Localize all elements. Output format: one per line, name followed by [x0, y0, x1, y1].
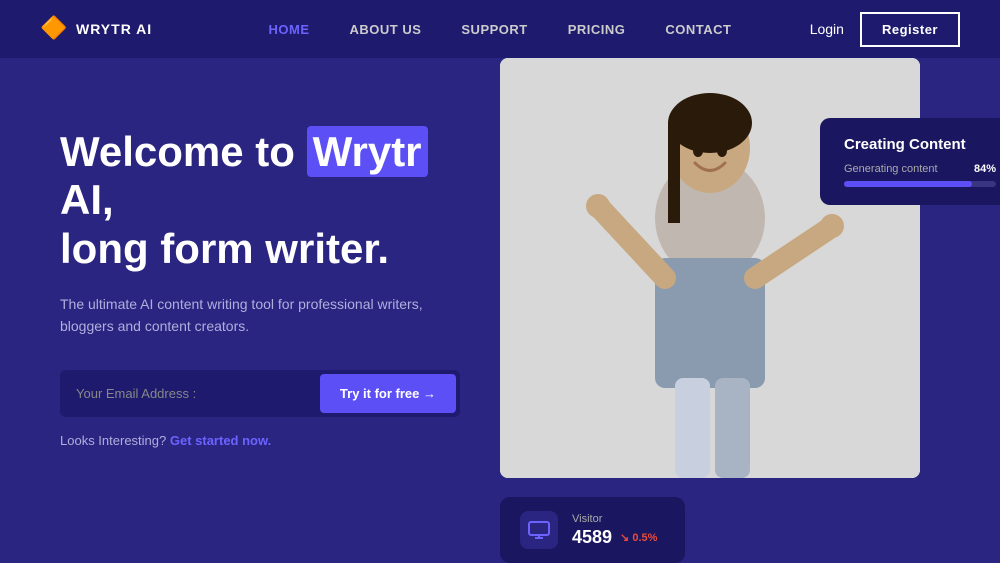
nav-home[interactable]: HOME	[269, 22, 310, 37]
email-input[interactable]	[76, 376, 320, 411]
visitor-label: Visitor	[572, 513, 657, 525]
get-started-link[interactable]: Get started now.	[170, 433, 271, 448]
visitor-change: ↘ 0.5%	[620, 531, 657, 544]
nav-links: HOME ABOUT US SUPPORT PRICING CONTACT	[269, 22, 732, 37]
nav-about[interactable]: ABOUT US	[350, 22, 422, 37]
try-free-button[interactable]: Try it for free →	[320, 374, 456, 413]
nav-pricing[interactable]: PRICING	[568, 22, 626, 37]
looks-interesting-text: Looks Interesting? Get started now.	[60, 433, 460, 448]
hero-title-after: AI,	[60, 176, 114, 223]
logo-icon: 🔶	[40, 15, 68, 43]
hero-subtitle: The ultimate AI content writing tool for…	[60, 293, 440, 338]
register-button[interactable]: Register	[860, 12, 960, 47]
visitor-icon	[520, 511, 558, 549]
card-label-text: Generating content	[844, 163, 938, 175]
logo-area: 🔶 WRYTR AI	[40, 15, 152, 43]
hero-title-line2: long form writer.	[60, 225, 389, 272]
progress-bar-fill	[844, 181, 972, 187]
email-form: Try it for free →	[60, 370, 460, 417]
main-section: Welcome to Wrytr AI, long form writer. T…	[0, 58, 1000, 563]
navbar: 🔶 WRYTR AI HOME ABOUT US SUPPORT PRICING…	[0, 0, 1000, 58]
nav-support[interactable]: SUPPORT	[461, 22, 527, 37]
nav-auth: Login Register	[810, 12, 960, 47]
hero-title-highlight: Wrytr	[307, 126, 428, 177]
creating-content-card: Creating Content Generating content 84%	[820, 118, 1000, 205]
card-percent: 84%	[974, 163, 996, 175]
login-button[interactable]: Login	[810, 21, 844, 37]
hero-title-before: Welcome to	[60, 128, 295, 175]
hero-title: Welcome to Wrytr AI, long form writer.	[60, 128, 460, 273]
monitor-icon	[528, 521, 550, 539]
visitor-card: Visitor 4589 ↘ 0.5%	[500, 497, 685, 563]
hero-right: Creating Content Generating content 84% …	[500, 58, 1000, 563]
card-label: Generating content 84%	[844, 163, 996, 175]
visitor-info: Visitor 4589 ↘ 0.5%	[572, 513, 657, 548]
visitor-count: 4589	[572, 527, 612, 548]
card-title: Creating Content	[844, 136, 996, 153]
hero-left: Welcome to Wrytr AI, long form writer. T…	[0, 58, 500, 563]
nav-contact[interactable]: CONTACT	[665, 22, 731, 37]
progress-bar-bg	[844, 181, 996, 187]
brand-name: WRYTR AI	[76, 21, 152, 37]
